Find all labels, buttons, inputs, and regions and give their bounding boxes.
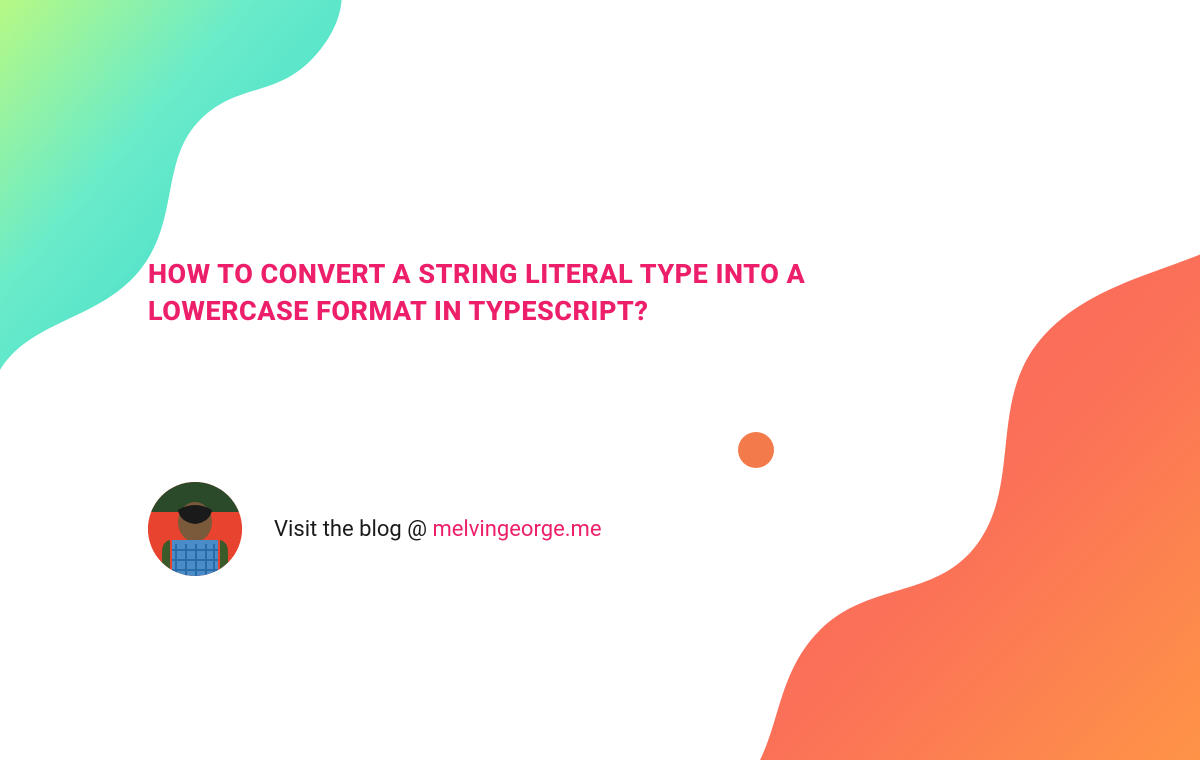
- byline-prefix: Visit the blog @: [274, 517, 432, 542]
- avatar: [148, 482, 242, 576]
- decorative-dot: [738, 432, 774, 468]
- byline-link[interactable]: melvingeorge.me: [432, 517, 601, 542]
- decorative-blob-top-left: [0, 0, 380, 420]
- footer: Visit the blog @ melvingeorge.me: [148, 482, 602, 576]
- page-title: HOW TO CONVERT A STRING LITERAL TYPE INT…: [148, 256, 928, 331]
- byline: Visit the blog @ melvingeorge.me: [274, 517, 602, 542]
- main-content: HOW TO CONVERT A STRING LITERAL TYPE INT…: [148, 256, 928, 331]
